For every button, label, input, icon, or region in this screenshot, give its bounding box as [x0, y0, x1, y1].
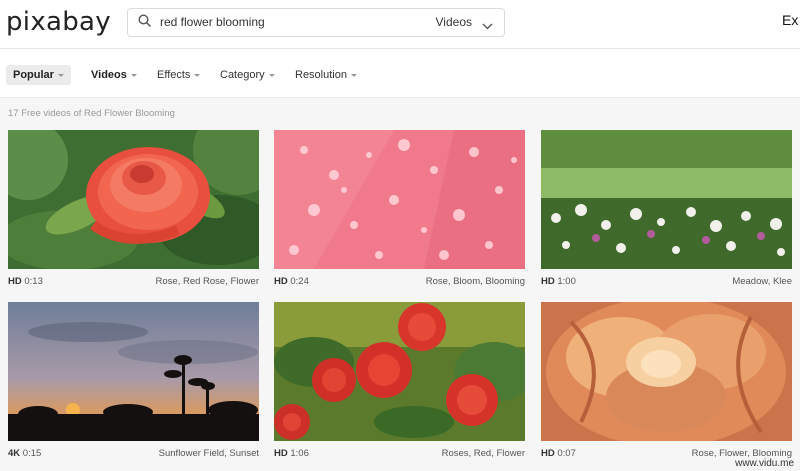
- filter-popular-label: Popular: [13, 69, 54, 81]
- video-tags[interactable]: Rose, Red Rose, Flower: [156, 276, 259, 287]
- petal-water-drops-thumbnail[interactable]: [274, 130, 525, 269]
- chevron-down-icon[interactable]: [482, 17, 493, 35]
- video-meta: HD 0:24 Rose, Bloom, Blooming: [274, 276, 525, 287]
- quality-badge: HD: [274, 448, 288, 459]
- video-meta: HD 1:00 Meadow, Klee: [541, 276, 792, 287]
- video-meta: HD 0:13 Rose, Red Rose, Flower: [8, 276, 259, 287]
- red-roses-bush-thumbnail[interactable]: [274, 302, 525, 441]
- caret-down-icon: [130, 73, 137, 77]
- results-count: 17 Free videos of Red Flower Blooming: [8, 108, 175, 119]
- red-rose-thumbnail[interactable]: [8, 130, 259, 269]
- video-tags[interactable]: Meadow, Klee: [732, 276, 792, 287]
- video-meta: 4K 0:15 Sunflower Field, Sunset: [8, 448, 259, 459]
- caret-down-icon: [194, 73, 201, 77]
- video-tags[interactable]: Roses, Red, Flower: [442, 448, 525, 459]
- pixabay-logo[interactable]: pixabay: [6, 6, 111, 38]
- duration: 0:07: [557, 448, 576, 459]
- quality-badge: HD: [274, 276, 288, 287]
- filter-popular[interactable]: Popular: [6, 65, 71, 85]
- caret-down-icon: [57, 73, 64, 77]
- header: pixabay red flower blooming Videos Ex: [0, 0, 800, 49]
- filter-effects-label: Effects: [157, 69, 191, 81]
- filter-bar: Popular Videos Effects Category Resoluti…: [0, 49, 800, 98]
- video-tags[interactable]: Rose, Bloom, Blooming: [426, 276, 525, 287]
- filter-effects[interactable]: Effects: [157, 68, 201, 82]
- caret-down-icon: [268, 73, 275, 77]
- duration: 0:24: [290, 276, 309, 287]
- search-icon[interactable]: [138, 14, 152, 33]
- clover-meadow-thumbnail[interactable]: [541, 130, 792, 269]
- caret-down-icon: [350, 73, 357, 77]
- video-meta: HD 1:06 Roses, Red, Flower: [274, 448, 525, 459]
- filter-category-label: Category: [220, 69, 265, 81]
- filter-videos-label: Videos: [91, 69, 127, 81]
- duration: 1:00: [557, 276, 576, 287]
- filter-category[interactable]: Category: [220, 68, 275, 82]
- media-type-select[interactable]: Videos: [436, 15, 472, 29]
- filter-resolution[interactable]: Resolution: [295, 68, 357, 82]
- duration: 1:06: [290, 448, 309, 459]
- filter-resolution-label: Resolution: [295, 69, 347, 81]
- quality-badge: 4K: [8, 448, 21, 459]
- duration: 0:15: [22, 448, 42, 459]
- filter-videos[interactable]: Videos: [91, 68, 137, 82]
- watermark: www.vidu.me: [735, 458, 794, 469]
- sunflower-sunset-thumbnail[interactable]: [8, 302, 259, 441]
- search-bar[interactable]: red flower blooming Videos: [127, 8, 505, 37]
- video-tags[interactable]: Sunflower Field, Sunset: [159, 448, 259, 459]
- search-input[interactable]: red flower blooming: [160, 15, 265, 29]
- duration: 0:13: [24, 276, 43, 287]
- quality-badge: HD: [8, 276, 22, 287]
- quality-badge: HD: [541, 448, 555, 459]
- quality-badge: HD: [541, 276, 555, 287]
- explore-link[interactable]: Ex: [782, 12, 798, 28]
- rose-closeup-thumbnail[interactable]: [541, 302, 792, 441]
